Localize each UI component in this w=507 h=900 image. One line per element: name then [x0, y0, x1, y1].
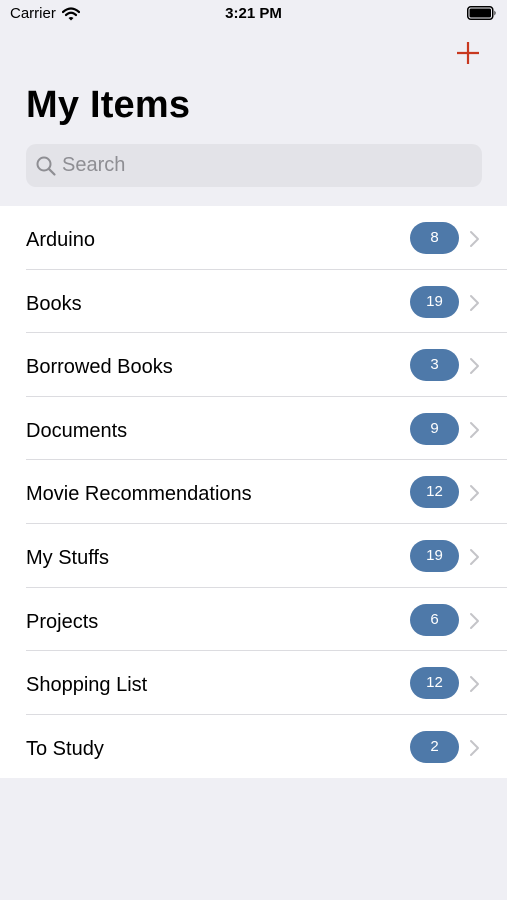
add-button[interactable] [455, 40, 481, 66]
chevron-right-icon [469, 739, 481, 757]
chevron-right-icon [469, 357, 481, 375]
count-badge: 9 [410, 412, 459, 445]
list-item[interactable]: Books 19 [0, 270, 507, 334]
chevron-right-icon [469, 230, 481, 248]
battery-icon [467, 6, 497, 20]
count-badge: 19 [410, 539, 459, 572]
list-item-label: To Study [26, 737, 104, 760]
count-badge: 6 [410, 603, 459, 636]
list-item[interactable]: Borrowed Books 3 [0, 333, 507, 397]
search-icon [35, 155, 57, 177]
page-title: My Items [26, 84, 191, 126]
list-item[interactable]: My Stuffs 19 [0, 524, 507, 588]
count-badge: 2 [410, 730, 459, 763]
search-input[interactable] [62, 154, 462, 177]
list-item-label: Projects [26, 610, 99, 633]
list-item[interactable]: Projects 6 [0, 588, 507, 652]
list-item-label: Arduino [26, 229, 95, 251]
chevron-right-icon [469, 421, 481, 439]
list-item-label: Shopping List [26, 674, 148, 697]
list-item-label: My Stuffs [26, 546, 109, 569]
count-badge: 8 [410, 222, 459, 254]
list-item[interactable]: Movie Recommendations 12 [0, 460, 507, 524]
count-badge: 12 [410, 667, 459, 700]
count-badge: 3 [410, 349, 459, 382]
list-item-label: Books [26, 292, 82, 315]
chevron-right-icon [469, 675, 481, 693]
status-time: 3:21 PM [225, 5, 282, 22]
list-item[interactable]: To Study 2 [0, 715, 507, 779]
chevron-right-icon [469, 484, 481, 502]
list-item[interactable]: Shopping List 12 [0, 651, 507, 715]
list-item[interactable]: Documents 9 [0, 397, 507, 461]
count-badge: 12 [410, 476, 459, 509]
search-bar[interactable] [26, 144, 482, 187]
plus-icon [457, 42, 479, 64]
status-bar: Carrier 3:21 PM [0, 0, 507, 28]
list-item-label: Movie Recommendations [26, 483, 252, 506]
list-item-label: Borrowed Books [26, 356, 173, 379]
chevron-right-icon [469, 548, 481, 566]
chevron-right-icon [469, 612, 481, 630]
list-item[interactable]: Arduino 8 [0, 206, 507, 270]
list-item-label: Documents [26, 419, 128, 442]
count-badge: 19 [410, 285, 459, 318]
items-list: Arduino 8 Books 19 Borrowed Books 3 Docu… [0, 206, 507, 779]
chevron-right-icon [469, 294, 481, 312]
